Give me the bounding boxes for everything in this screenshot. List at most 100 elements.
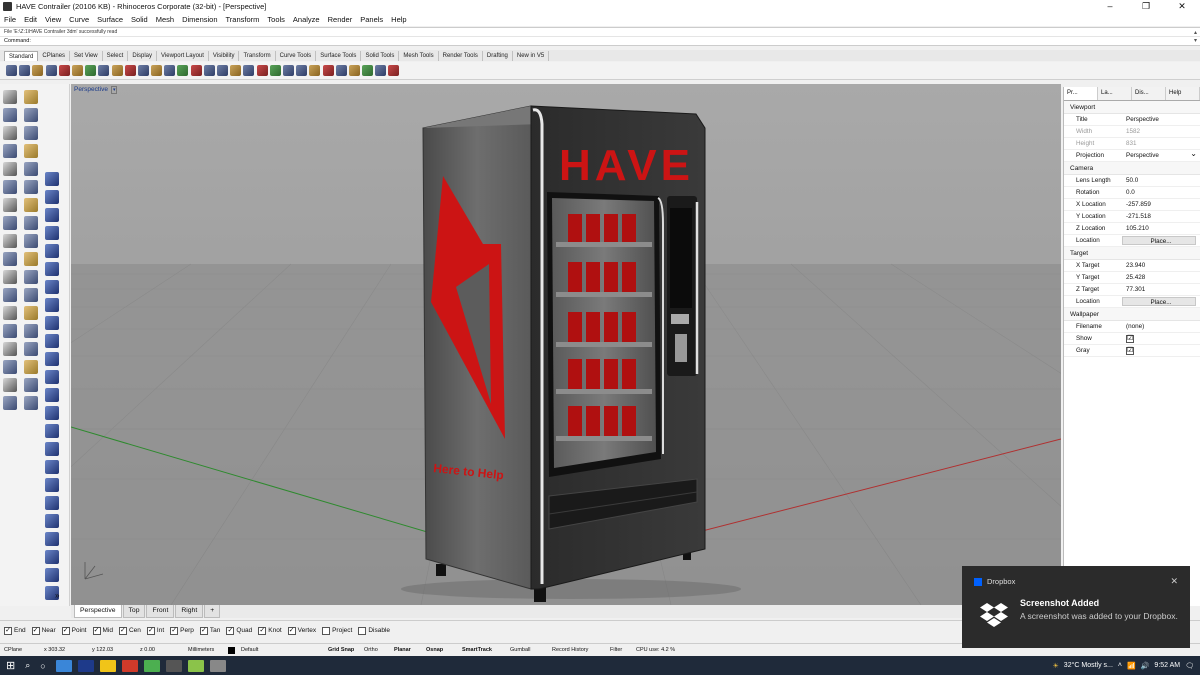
tab-curve-tools[interactable]: Curve Tools: [276, 51, 317, 61]
new-file-icon[interactable]: [6, 65, 17, 76]
status-grid-snap[interactable]: Grid Snap: [324, 647, 360, 653]
tab-visibility[interactable]: Visibility: [209, 51, 240, 61]
light-tool-icon[interactable]: [3, 396, 17, 410]
copy-tool-icon[interactable]: [3, 306, 17, 320]
move-icon[interactable]: [24, 288, 38, 302]
curve-icon[interactable]: [24, 108, 38, 122]
close-icon[interactable]: ✕: [1164, 0, 1200, 13]
tab-display-mode[interactable]: Dis...: [1132, 87, 1166, 100]
lens-length-field[interactable]: 50.0: [1122, 175, 1200, 186]
menu-panels[interactable]: Panels: [360, 15, 383, 24]
osnap-quad-checkbox[interactable]: ✓: [226, 626, 235, 635]
split-icon[interactable]: [3, 270, 17, 284]
osnap-knot-checkbox[interactable]: ✓: [258, 626, 267, 635]
tab-properties[interactable]: Pr...: [1064, 87, 1098, 100]
osnap-cen[interactable]: ✓ Cen: [118, 626, 141, 635]
undo-view-icon[interactable]: [203, 65, 215, 76]
file-explorer-icon[interactable]: [99, 659, 116, 672]
solid-split-icon[interactable]: [45, 424, 59, 438]
add-viewport-tab-button[interactable]: +: [204, 605, 221, 618]
osnap-project[interactable]: Project: [322, 626, 352, 635]
options-icon[interactable]: [375, 65, 387, 76]
network-icon[interactable]: 📶: [1127, 662, 1136, 670]
circle-icon[interactable]: [3, 126, 17, 140]
rhino-taskbar-icon[interactable]: [209, 659, 226, 672]
notification-icon[interactable]: 🗨: [1185, 662, 1194, 670]
status-smarttrack[interactable]: SmartTrack: [458, 647, 506, 653]
mirror-icon[interactable]: [24, 324, 38, 338]
maximize-icon[interactable]: ❐: [1128, 0, 1164, 13]
osnap-tan-checkbox[interactable]: ✓: [199, 626, 208, 635]
freeform-icon[interactable]: [24, 162, 38, 176]
print-icon[interactable]: [45, 65, 57, 76]
fillet-icon[interactable]: [24, 234, 38, 248]
solid-rib-icon[interactable]: [45, 496, 59, 510]
status-filter[interactable]: Filter: [606, 647, 632, 653]
tab-new-in-v5[interactable]: New in V5: [513, 51, 550, 61]
osnap-end-checkbox[interactable]: ✓: [4, 626, 12, 635]
title-field[interactable]: Perspective: [1122, 114, 1200, 125]
start-icon[interactable]: ⊞: [6, 659, 15, 672]
solid-shell-icon[interactable]: [45, 334, 59, 348]
four-views-icon[interactable]: [217, 65, 228, 76]
show-checkbox[interactable]: ☑: [1126, 335, 1134, 343]
array-icon[interactable]: [3, 342, 17, 356]
tab-surface-tools[interactable]: Surface Tools: [316, 51, 362, 61]
x-location-field[interactable]: -257.859: [1122, 199, 1200, 210]
rotate-icon[interactable]: [24, 306, 38, 320]
open-file-icon[interactable]: [19, 65, 31, 76]
status-osnap[interactable]: Osnap: [422, 647, 458, 653]
solid-cone-icon[interactable]: [45, 226, 59, 240]
zoom-extents-icon[interactable]: [177, 65, 189, 76]
undo-icon[interactable]: [111, 65, 123, 76]
arc-icon[interactable]: [24, 126, 38, 140]
solid-intersect-icon[interactable]: [45, 316, 59, 330]
perspective-viewport[interactable]: Perspective ▾ HAVE Here to Help: [71, 84, 1061, 605]
tab-select[interactable]: Select: [103, 51, 129, 61]
app-icon[interactable]: [121, 659, 138, 672]
projection-select[interactable]: Perspective: [1122, 148, 1200, 161]
status-layer[interactable]: Default: [224, 646, 324, 654]
tab-top[interactable]: Top: [122, 605, 146, 618]
tab-transform[interactable]: Transform: [239, 51, 276, 61]
terminal-icon[interactable]: [165, 659, 182, 672]
sphere-icon[interactable]: [3, 216, 17, 230]
paste-icon[interactable]: [98, 65, 110, 76]
render-tool-icon[interactable]: [24, 396, 38, 410]
menu-help[interactable]: Help: [391, 15, 406, 24]
edge-icon[interactable]: [55, 659, 72, 672]
rotate-view-icon[interactable]: [137, 65, 149, 76]
solid-wire-cut-icon[interactable]: [45, 442, 59, 456]
polyline-icon[interactable]: [3, 108, 17, 122]
task-view-icon[interactable]: ○: [40, 661, 45, 671]
scale-icon[interactable]: [3, 324, 17, 338]
menu-mesh[interactable]: Mesh: [156, 15, 174, 24]
y-target-field[interactable]: 25.428: [1122, 272, 1200, 283]
copy-icon[interactable]: [85, 65, 97, 76]
analyze-icon[interactable]: [24, 360, 38, 374]
zoom-selected-icon[interactable]: [190, 65, 202, 76]
more-tools-icon[interactable]: »: [55, 591, 59, 600]
search-icon[interactable]: ⌕: [25, 660, 30, 671]
y-location-field[interactable]: -271.518: [1122, 211, 1200, 222]
tab-viewport-layout[interactable]: Viewport Layout: [157, 51, 209, 61]
zoom-window-icon[interactable]: [164, 65, 176, 76]
cplane-icon[interactable]: [230, 65, 242, 76]
clock-text[interactable]: 9:52 AM: [1154, 662, 1180, 669]
tab-display[interactable]: Display: [128, 51, 157, 61]
mesh-icon[interactable]: [3, 234, 17, 248]
status-cplane[interactable]: CPlane: [0, 647, 40, 653]
target-place-button[interactable]: Place...: [1122, 297, 1196, 306]
osnap-perp[interactable]: ✓ Perp: [170, 626, 194, 635]
z-target-field[interactable]: 77.301: [1122, 284, 1200, 295]
block-icon[interactable]: [24, 378, 38, 392]
zoom-icon[interactable]: [151, 65, 163, 76]
polygon-icon[interactable]: [3, 162, 17, 176]
status-record-history[interactable]: Record History: [548, 647, 606, 653]
osnap-disable[interactable]: Disable: [358, 626, 390, 635]
photoshop-icon[interactable]: [77, 659, 94, 672]
box-icon[interactable]: [24, 198, 38, 212]
weather-icon[interactable]: ☀: [1053, 662, 1059, 670]
solid-fillet-edge-icon[interactable]: [45, 388, 59, 402]
dropbox-notification[interactable]: Dropbox ✕ Screenshot Added A screenshot …: [962, 566, 1190, 648]
